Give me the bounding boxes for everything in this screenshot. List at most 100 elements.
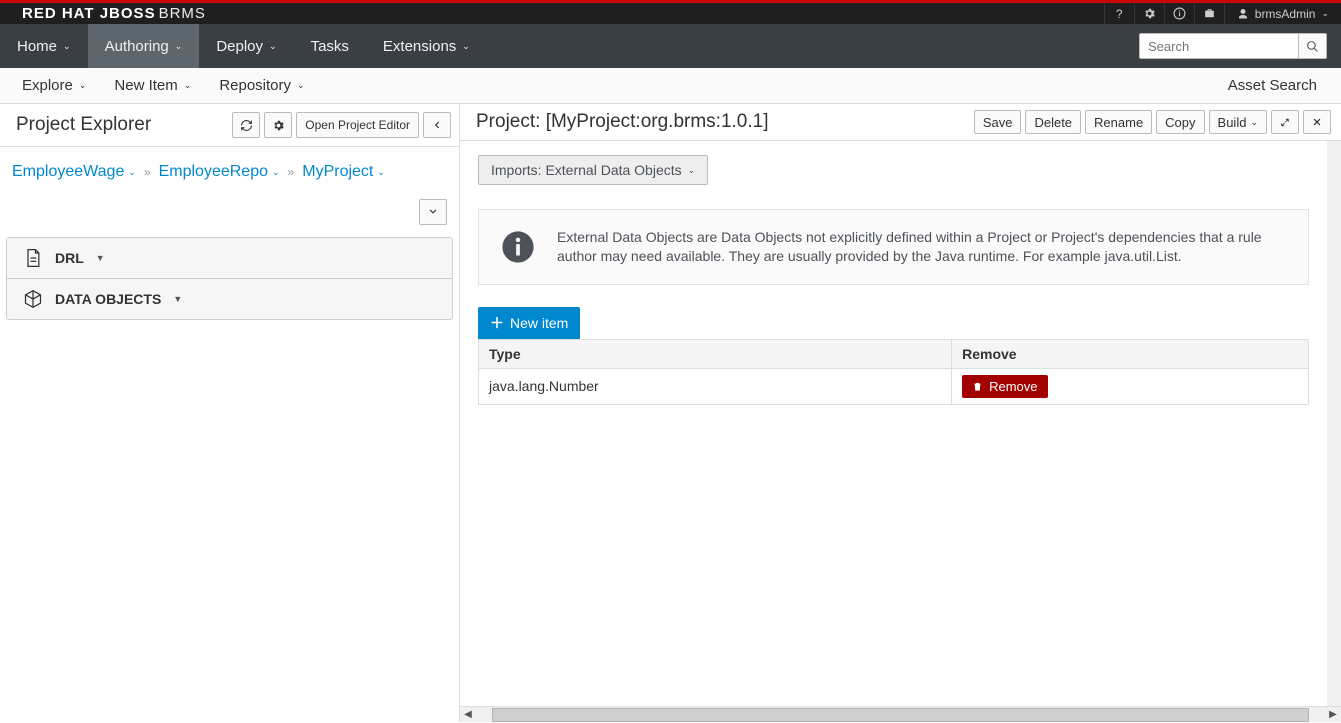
chevron-down-icon — [428, 207, 438, 217]
subnav-new-item[interactable]: New Item ⌄ — [100, 68, 205, 103]
gear-icon[interactable] — [1134, 2, 1164, 26]
col-remove-header: Remove — [952, 339, 1309, 368]
scrollbar-thumb[interactable] — [492, 708, 1309, 722]
sub-nav: Explore ⌄ New Item ⌄ Repository ⌄ Asset Sea… — [0, 68, 1341, 104]
asset-search-link[interactable]: Asset Search — [1212, 77, 1333, 94]
folder-drl-label: DRL — [55, 250, 84, 266]
search-input[interactable] — [1139, 33, 1299, 59]
scroll-right-icon[interactable]: ▶ — [1325, 707, 1341, 723]
subnav-repository[interactable]: Repository ⌄ — [205, 68, 318, 103]
refresh-button[interactable] — [232, 112, 260, 138]
chevron-down-icon: ⌄ — [297, 80, 305, 91]
table-row: java.lang.Number Remove — [479, 368, 1309, 404]
chevron-down-icon: ⌄ — [184, 80, 192, 91]
brand-primary: RED HAT JBOSS — [22, 5, 156, 22]
open-project-editor-button[interactable]: Open Project Editor — [296, 112, 419, 138]
subnav-explore-label: Explore — [22, 77, 73, 94]
imports-label: Imports: External Data Objects — [491, 162, 682, 178]
info-alert: External Data Objects are Data Objects n… — [478, 209, 1309, 285]
editor-panel: Project: [MyProject:org.brms:1.0.1] Save… — [460, 104, 1341, 722]
breadcrumb-separator-icon — [144, 165, 151, 179]
chevron-down-icon: ⌄ — [688, 165, 696, 176]
info-icon[interactable] — [1164, 2, 1194, 26]
content-area: Project Explorer Open Project Editor Emp… — [0, 104, 1341, 722]
chevron-down-icon: ⌄ — [1250, 117, 1258, 128]
chevron-down-icon: ⌄ — [272, 167, 280, 178]
breadcrumb-repo-label: EmployeeRepo — [159, 163, 268, 181]
refresh-icon — [240, 119, 253, 132]
user-icon — [1237, 8, 1249, 20]
subnav-repository-label: Repository — [219, 77, 291, 94]
editor-title: Project: [MyProject:org.brms:1.0.1] — [470, 111, 974, 133]
rename-button[interactable]: Rename — [1085, 110, 1152, 134]
cube-icon — [23, 289, 43, 309]
remove-button[interactable]: Remove — [962, 375, 1047, 398]
folder-drl[interactable]: DRL ▼ — [7, 238, 452, 278]
chevron-down-icon: ⌄ — [175, 41, 183, 52]
plus-icon: ＋ — [490, 313, 504, 333]
expand-icon — [1280, 117, 1290, 128]
imports-dropdown[interactable]: Imports: External Data Objects ⌄ — [478, 155, 708, 185]
subnav-explore[interactable]: Explore ⌄ — [8, 68, 100, 103]
folder-data-objects-label: DATA OBJECTS — [55, 291, 161, 307]
project-explorer-header: Project Explorer Open Project Editor — [0, 104, 459, 147]
editor-body: Imports: External Data Objects ⌄ Externa… — [460, 141, 1327, 722]
remove-label: Remove — [989, 379, 1037, 394]
expand-toggle-button[interactable] — [419, 199, 447, 225]
brand-secondary: BRMS — [159, 5, 206, 22]
close-editor-button[interactable] — [1303, 110, 1331, 134]
chevron-down-icon: ⌄ — [377, 167, 385, 178]
project-explorer-title: Project Explorer — [16, 114, 232, 136]
build-label: Build — [1218, 115, 1247, 130]
close-icon — [1312, 117, 1322, 127]
breadcrumb-repo[interactable]: EmployeeRepo ⌄ — [159, 163, 280, 181]
nav-deploy-label: Deploy — [216, 38, 263, 55]
new-item-label: New item — [510, 315, 568, 331]
nav-tasks[interactable]: Tasks — [294, 24, 366, 68]
delete-button[interactable]: Delete — [1025, 110, 1081, 134]
new-item-button[interactable]: ＋ New item — [478, 307, 580, 339]
nav-authoring[interactable]: Authoring ⌄ — [88, 24, 200, 68]
imports-table: Type Remove java.lang.Number Remove — [478, 339, 1309, 405]
search-icon — [1306, 40, 1319, 53]
main-nav: Home ⌄ Authoring ⌄ Deploy ⌄ Tasks Extension… — [0, 24, 1341, 68]
collapse-panel-button[interactable] — [423, 112, 451, 138]
col-type-header: Type — [479, 339, 952, 368]
project-explorer-panel: Project Explorer Open Project Editor Emp… — [0, 104, 460, 722]
user-name-label: brmsAdmin — [1255, 7, 1316, 21]
editor-header: Project: [MyProject:org.brms:1.0.1] Save… — [460, 104, 1341, 141]
briefcase-icon[interactable] — [1194, 2, 1224, 26]
scroll-left-icon[interactable]: ◀ — [460, 707, 476, 723]
nav-extensions-label: Extensions — [383, 38, 456, 55]
user-menu[interactable]: brmsAdmin ⌄ — [1224, 2, 1341, 26]
save-button[interactable]: Save — [974, 110, 1022, 134]
copy-button[interactable]: Copy — [1156, 110, 1204, 134]
breadcrumb-project[interactable]: MyProject⌄ — [302, 163, 385, 181]
subnav-new-item-label: New Item — [114, 77, 177, 94]
breadcrumb: EmployeeWage⌄ EmployeeRepo ⌄ MyProject⌄ — [0, 147, 459, 199]
chevron-down-icon: ⌄ — [269, 41, 277, 52]
help-icon[interactable]: ? — [1104, 2, 1134, 26]
chevron-down-icon: ⌄ — [63, 41, 71, 52]
table-header-row: Type Remove — [479, 339, 1309, 368]
nav-extensions[interactable]: Extensions⌄ — [366, 24, 487, 68]
settings-button[interactable] — [264, 112, 292, 138]
nav-deploy[interactable]: Deploy ⌄ — [199, 24, 293, 68]
breadcrumb-separator-icon — [288, 165, 295, 179]
nav-tasks-label: Tasks — [311, 38, 349, 55]
horizontal-scrollbar[interactable]: ◀ ▶ — [460, 706, 1341, 722]
build-button[interactable]: Build ⌄ — [1209, 110, 1267, 134]
folder-data-objects[interactable]: DATA OBJECTS ▼ — [7, 278, 452, 319]
chevron-left-icon — [432, 120, 442, 130]
search-button[interactable] — [1299, 33, 1327, 59]
nav-authoring-label: Authoring — [105, 38, 169, 55]
chevron-down-icon: ⌄ — [79, 80, 87, 91]
asset-type-list: DRL ▼ DATA OBJECTS ▼ — [6, 237, 453, 320]
file-icon — [23, 248, 43, 268]
breadcrumb-org[interactable]: EmployeeWage⌄ — [12, 163, 136, 181]
gear-icon — [272, 119, 285, 132]
nav-home[interactable]: Home ⌄ — [0, 24, 88, 68]
expand-editor-button[interactable] — [1271, 110, 1299, 134]
nav-home-label: Home — [17, 38, 57, 55]
global-search — [1139, 33, 1327, 59]
